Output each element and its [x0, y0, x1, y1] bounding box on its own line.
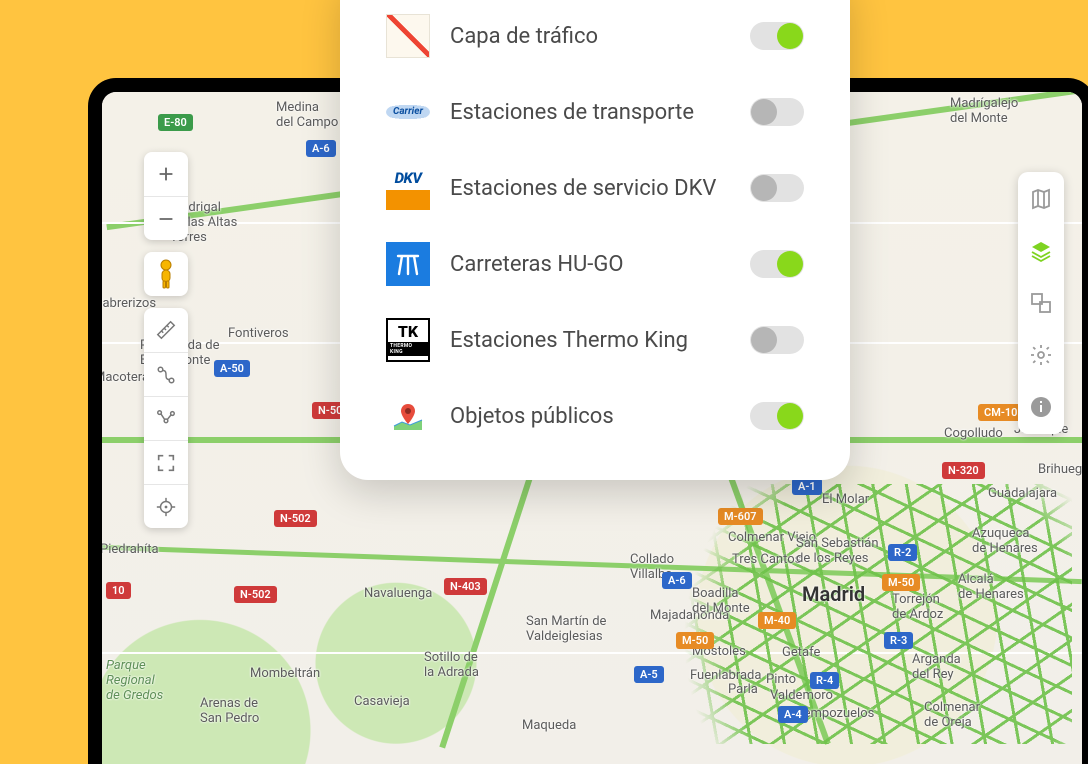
fit-bounds-button[interactable]: [144, 440, 188, 484]
ruler-button[interactable]: [144, 308, 188, 352]
route-button[interactable]: [144, 352, 188, 396]
layer-toggle-carrier[interactable]: [750, 98, 804, 126]
plus-icon: [155, 163, 177, 185]
zoom-out-button[interactable]: [144, 196, 188, 240]
info-icon: [1029, 395, 1053, 419]
layer-label: Estaciones Thermo King: [450, 328, 730, 353]
layer-row-hugo: Carreteras HU-GO: [386, 242, 804, 286]
gear-icon: [1029, 343, 1053, 367]
multi-route-icon: [155, 408, 177, 430]
layer-label: Carreteras HU-GO: [450, 252, 730, 277]
map-pin-icon: [390, 398, 426, 434]
map-icon: [1029, 187, 1053, 211]
settings-button[interactable]: [1024, 338, 1058, 372]
layer-row-public: Objetos públicos: [386, 394, 804, 438]
layer-label: Capa de tráfico: [450, 24, 730, 49]
minus-icon: [155, 208, 177, 230]
route-icon: [155, 364, 177, 386]
layer-row-traffic: Capa de tráfico: [386, 14, 804, 58]
locate-icon: [155, 496, 177, 518]
basemap-button[interactable]: [1024, 182, 1058, 216]
thermoking-logo-icon: TK THERMO KING: [386, 318, 430, 362]
groups-icon: [1029, 291, 1053, 315]
multi-route-button[interactable]: [144, 396, 188, 440]
streetview-pegman[interactable]: [144, 252, 188, 296]
carrier-logo-icon: Carrier: [386, 90, 430, 134]
left-map-controls: [144, 152, 188, 528]
layer-toggle-dkv[interactable]: [750, 174, 804, 202]
layer-toggle-public[interactable]: [750, 402, 804, 430]
info-button[interactable]: [1024, 390, 1058, 424]
traffic-layer-icon: [386, 14, 430, 58]
layer-toggle-hugo[interactable]: [750, 250, 804, 278]
zoom-control: [144, 152, 188, 240]
right-toolbar: [1018, 172, 1064, 434]
layer-row-carrier: Carrier Estaciones de transporte: [386, 90, 804, 134]
groups-button[interactable]: [1024, 286, 1058, 320]
zoom-in-button[interactable]: [144, 152, 188, 196]
pegman-icon: [154, 259, 178, 289]
layer-toggle-thermoking[interactable]: [750, 326, 804, 354]
hugo-logo-icon: [386, 242, 430, 286]
ruler-icon: [155, 319, 177, 341]
layers-panel: Capa de tráfico Carrier Estaciones de tr…: [340, 0, 850, 480]
public-objects-icon: [386, 394, 430, 438]
dkv-logo-icon: DKV: [386, 166, 430, 210]
layer-label: Estaciones de servicio DKV: [450, 176, 730, 201]
fit-icon: [155, 452, 177, 474]
locate-button[interactable]: [144, 484, 188, 528]
traffic-overlay: [652, 484, 1072, 744]
layers-icon: [1029, 239, 1053, 263]
layer-label: Objetos públicos: [450, 404, 730, 429]
motorway-icon: [394, 250, 422, 278]
layer-row-thermoking: TK THERMO KING Estaciones Thermo King: [386, 318, 804, 362]
layer-label: Estaciones de transporte: [450, 100, 730, 125]
layer-toggle-traffic[interactable]: [750, 22, 804, 50]
layer-row-dkv: DKV Estaciones de servicio DKV: [386, 166, 804, 210]
map-tools: [144, 308, 188, 528]
layers-button[interactable]: [1024, 234, 1058, 268]
